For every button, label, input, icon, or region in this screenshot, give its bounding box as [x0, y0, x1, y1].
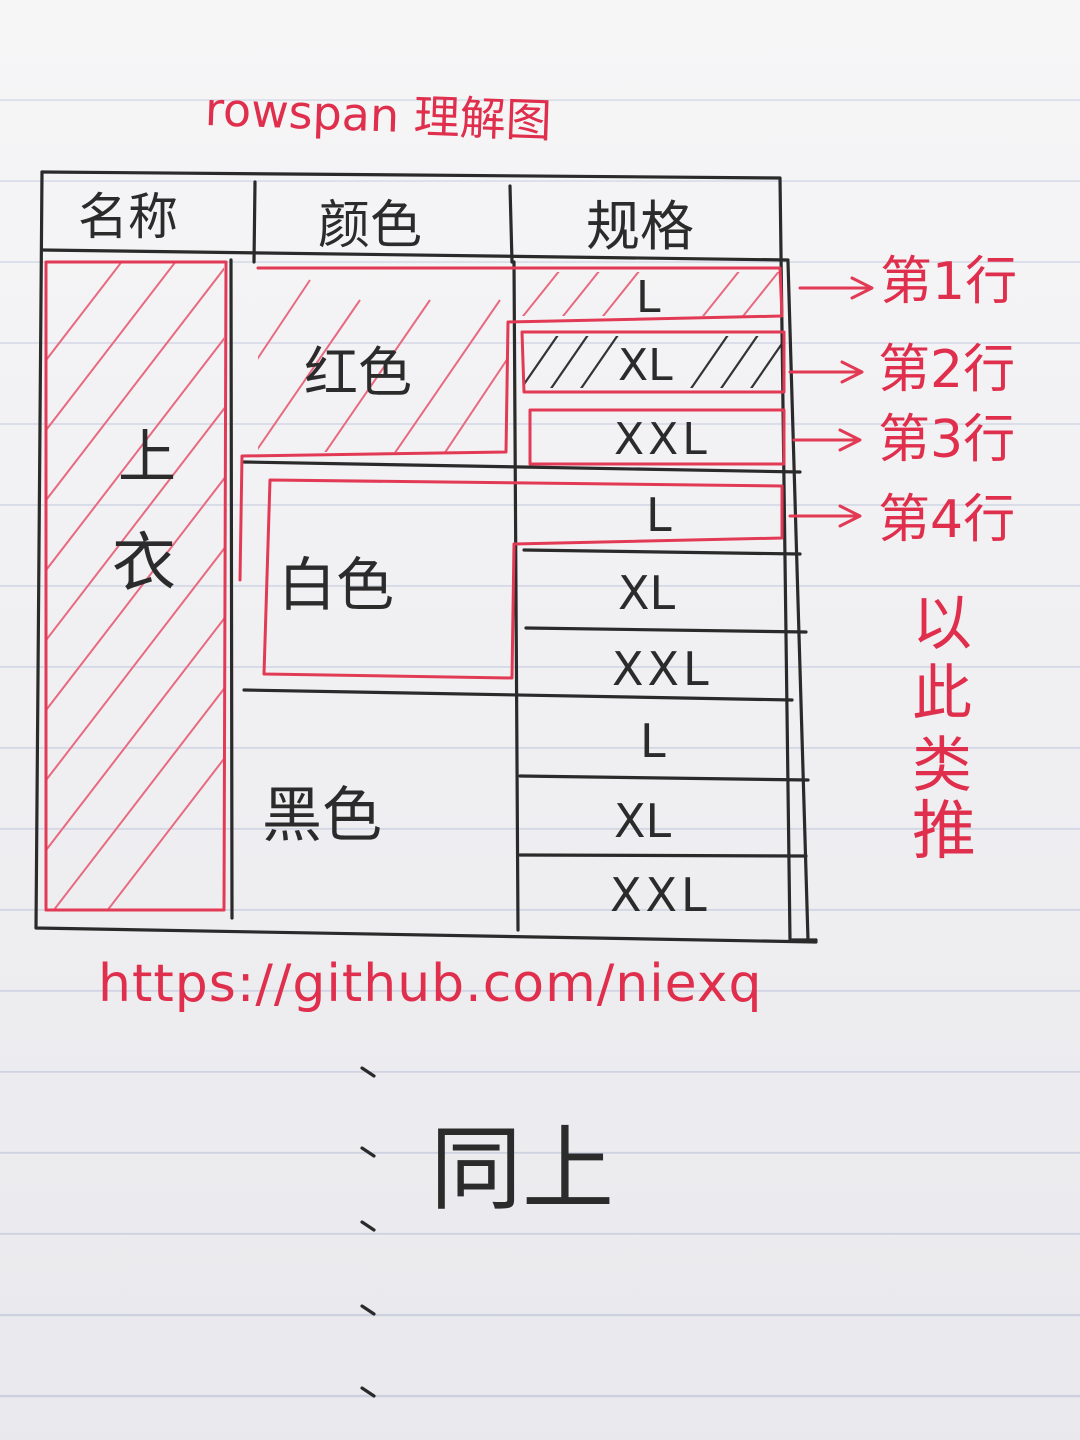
- size-cell: L: [640, 714, 666, 768]
- row-label-2: 第2行: [878, 340, 1016, 400]
- name-cell-char-1: 上: [118, 423, 177, 491]
- header-size: 规格: [586, 195, 694, 258]
- row-label-4: 第4行: [878, 490, 1016, 550]
- etc-char-3: 类: [912, 731, 972, 801]
- diagram-title: rowspan 理解图: [204, 81, 553, 149]
- size-cell: XXL: [612, 642, 713, 696]
- name-cell-char-2: 衣: [112, 527, 176, 601]
- github-url: https://github.com/niexq: [98, 954, 763, 1014]
- size-cell: L: [646, 488, 672, 542]
- etc-char-2: 此: [912, 659, 972, 729]
- color-white: 白色: [278, 551, 395, 619]
- size-cell: XXL: [610, 868, 711, 922]
- same-as-above-note: 同上: [430, 1116, 615, 1223]
- row-label-1: 第1行: [880, 252, 1018, 312]
- etc-char-1: 以: [912, 589, 972, 659]
- size-cell: XL: [618, 566, 676, 620]
- row-arrows: [788, 276, 874, 528]
- ditto-marks: [360, 1066, 376, 1398]
- etc-char-4: 推: [912, 795, 976, 869]
- size-cell: XL: [618, 340, 673, 391]
- header-color: 颜色: [318, 196, 423, 256]
- row-label-3: 第3行: [878, 410, 1016, 470]
- header-name: 名称: [78, 188, 178, 246]
- color-black: 黑色: [262, 781, 382, 851]
- color-red: 红色: [304, 341, 412, 404]
- size-cell: L: [636, 272, 661, 323]
- size-cell: XL: [614, 794, 672, 848]
- size-cell: XXL: [614, 414, 711, 465]
